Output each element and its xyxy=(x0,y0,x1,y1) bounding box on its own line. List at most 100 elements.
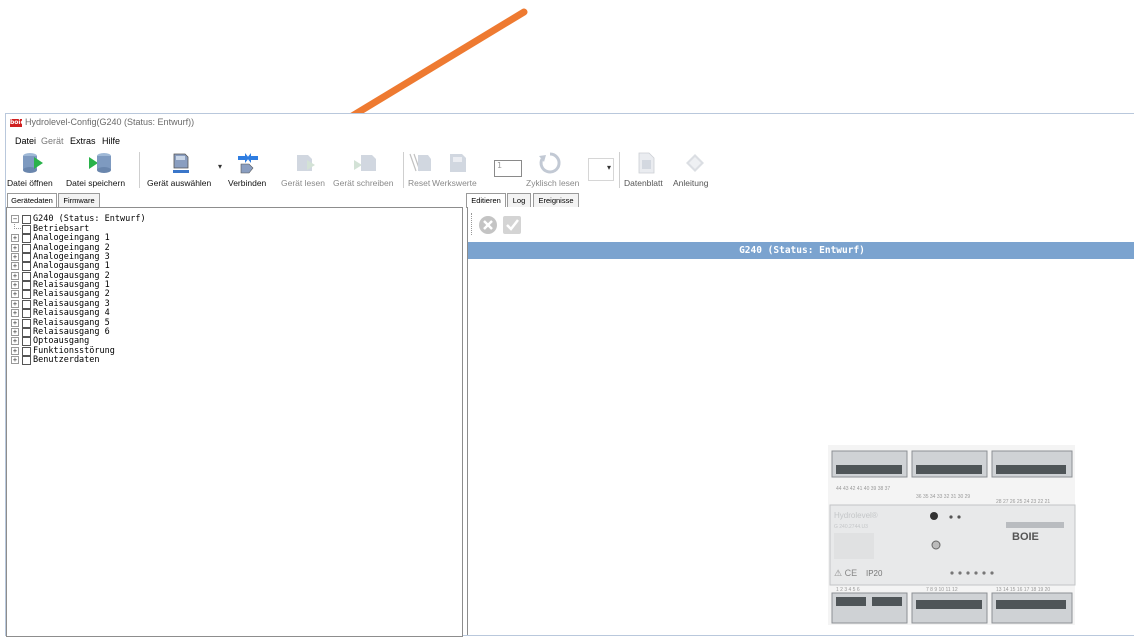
expand-icon[interactable]: + xyxy=(11,253,19,262)
manual-icon xyxy=(686,154,704,172)
datasheet-label: Datenblatt xyxy=(624,178,663,188)
tree-checkbox[interactable] xyxy=(22,318,31,328)
write-device-label: Gerät schreiben xyxy=(333,178,394,188)
cycle-interval-input[interactable]: 1 xyxy=(494,160,522,177)
save-file-button[interactable]: Datei speichern xyxy=(65,148,133,190)
tree-checkbox[interactable] xyxy=(22,355,31,365)
tree-checkbox[interactable] xyxy=(22,281,31,291)
chevron-down-icon[interactable]: ▾ xyxy=(218,162,222,171)
menu-datei[interactable]: Datei xyxy=(15,136,36,146)
select-device-button[interactable]: Gerät auswählen xyxy=(146,148,216,190)
expand-icon[interactable]: + xyxy=(11,309,19,318)
open-file-button[interactable]: Datei öffnen xyxy=(6,148,62,190)
menu-hilfe[interactable]: Hilfe xyxy=(102,136,120,146)
tree-item-label: Benutzerdaten xyxy=(33,354,100,365)
open-file-label: Datei öffnen xyxy=(7,178,53,188)
ce-mark: ⚠ CE xyxy=(834,568,857,578)
tree-checkbox[interactable] xyxy=(22,243,31,253)
toolbar-separator xyxy=(619,152,620,188)
factory-values-label: Werkswerte xyxy=(432,178,477,188)
editor-header: G240 (Status: Entwurf) xyxy=(468,242,1134,259)
tree-checkbox[interactable] xyxy=(22,327,31,337)
device-data-panel: − G240 (Status: Entwurf) Betriebsart + Ana… xyxy=(6,207,463,637)
expand-icon[interactable]: + xyxy=(11,346,19,355)
editor-panel: G240 (Status: Entwurf) 44 43 42 41 40 39… xyxy=(467,207,1134,635)
terminal-numbers-bottom-right: 13 14 15 16 17 18 19 20 xyxy=(996,587,1050,593)
tab-ereignisse[interactable]: Ereignisse xyxy=(533,193,579,207)
select-device-label: Gerät auswählen xyxy=(147,178,212,188)
tab-editieren[interactable]: Editieren xyxy=(466,193,506,208)
top-terminal-block-mid xyxy=(911,450,988,478)
expand-icon[interactable]: + xyxy=(11,262,19,271)
factory-values-button[interactable]: Werkswerte xyxy=(432,148,484,190)
document-icon xyxy=(638,152,655,174)
confirm-check-icon[interactable] xyxy=(502,215,522,235)
reset-label: Reset xyxy=(408,178,431,188)
cancel-icon[interactable] xyxy=(478,215,498,235)
tree-checkbox[interactable] xyxy=(22,262,31,272)
reset-button[interactable]: Reset xyxy=(406,148,432,190)
device-reset-icon xyxy=(409,153,431,172)
datasheet-button[interactable]: Datenblatt xyxy=(622,148,672,190)
terminal-numbers-bottom-mid: 7 8 9 10 11 12 xyxy=(926,587,958,593)
top-terminal-block-left xyxy=(831,450,908,478)
ip-rating: IP20 xyxy=(866,569,883,578)
tab-log[interactable]: Log xyxy=(507,193,531,207)
cyclic-read-button[interactable]: Zyklisch lesen xyxy=(523,148,585,190)
expand-icon[interactable]: + xyxy=(11,271,19,280)
editor-action-bar xyxy=(468,207,1134,241)
device-illustration: 44 43 42 41 40 39 38 37 36 35 34 33 32 3… xyxy=(828,445,1076,625)
terminal-numbers-top-mid: 36 35 34 33 32 31 30 29 xyxy=(916,494,970,500)
tree-checkbox[interactable] xyxy=(22,337,31,347)
tree-checkbox[interactable] xyxy=(22,215,31,224)
cyclic-refresh-icon xyxy=(539,152,561,174)
tree-checkbox[interactable] xyxy=(22,253,31,263)
expand-icon[interactable]: + xyxy=(11,299,19,308)
connect-label: Verbinden xyxy=(228,178,267,188)
read-device-button[interactable]: Gerät lesen xyxy=(281,148,331,190)
device-port xyxy=(930,512,938,520)
expand-icon[interactable]: + xyxy=(11,318,19,327)
expand-icon[interactable]: + xyxy=(11,281,19,290)
tab-firmware[interactable]: Firmware xyxy=(58,193,100,207)
bottom-terminal-block-right xyxy=(991,592,1073,624)
write-device-button[interactable]: Gerät schreiben xyxy=(333,148,397,190)
expand-icon[interactable]: + xyxy=(11,337,19,346)
cyclic-mode-dropdown[interactable]: ▾ xyxy=(588,158,614,181)
tree-checkbox[interactable] xyxy=(22,225,31,234)
bottom-terminal-block-mid xyxy=(911,592,988,624)
tree-checkbox[interactable] xyxy=(22,271,31,281)
toolbar: Datei öffnen Datei speichern Gerät auswä… xyxy=(6,148,1134,192)
tree-checkbox[interactable] xyxy=(22,346,31,356)
connect-arrows-icon xyxy=(238,153,258,174)
database-save-icon xyxy=(89,153,111,173)
device-brand-text: Hydrolevel® xyxy=(834,511,878,520)
grip-handle xyxy=(471,213,473,235)
boie-app-icon: boie xyxy=(10,119,25,127)
menu-extras[interactable]: Extras xyxy=(70,136,96,146)
tab-geraetedaten[interactable]: Gerätedaten xyxy=(7,193,57,208)
terminal-numbers-bottom-left: 1 2 3 4 5 6 xyxy=(836,587,860,593)
bottom-terminal-block-left xyxy=(831,592,908,624)
window-title: Hydrolevel-Config(G240 (Status: Entwurf)… xyxy=(25,117,195,127)
manual-label: Anleitung xyxy=(673,178,709,188)
tree-checkbox[interactable] xyxy=(22,299,31,309)
manual-button[interactable]: Anleitung xyxy=(672,148,718,190)
expand-icon[interactable]: + xyxy=(11,290,19,299)
tree-checkbox[interactable] xyxy=(22,234,31,244)
toolbar-separator xyxy=(403,152,404,188)
save-file-label: Datei speichern xyxy=(66,178,126,188)
tree-checkbox[interactable] xyxy=(22,309,31,319)
cyclic-read-label: Zyklisch lesen xyxy=(526,178,580,188)
expand-icon[interactable]: + xyxy=(11,355,19,364)
terminal-numbers-top-left: 44 43 42 41 40 39 38 37 xyxy=(836,486,890,492)
device-model-text: G 240.2744.U3 xyxy=(834,524,868,530)
device-write-icon xyxy=(354,155,376,171)
expand-icon[interactable]: + xyxy=(11,327,19,336)
menu-geraet[interactable]: Gerät xyxy=(41,136,64,146)
expand-icon[interactable]: + xyxy=(11,234,19,243)
expand-icon[interactable]: + xyxy=(11,243,19,252)
connect-button[interactable]: Verbinden xyxy=(226,148,270,190)
tree-root-label: G240 (Status: Entwurf) xyxy=(33,214,146,224)
tree-checkbox[interactable] xyxy=(22,290,31,300)
